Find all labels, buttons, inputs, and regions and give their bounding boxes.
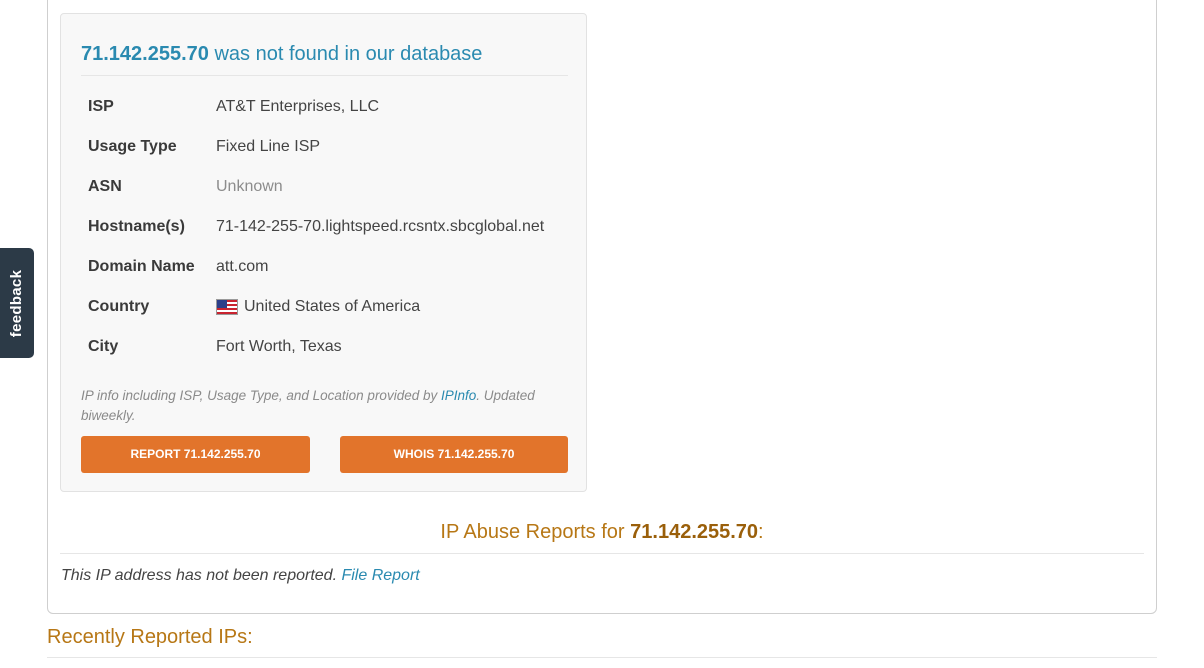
feedback-label: feedback	[8, 269, 26, 337]
info-value-country: United States of America	[216, 296, 420, 318]
info-table: ISP AT&T Enterprises, LLC Usage Type Fix…	[88, 96, 558, 376]
recent-divider	[47, 657, 1157, 658]
ipinfo-link[interactable]: IPInfo	[441, 388, 476, 403]
lookup-ip: 71.142.255.70	[81, 43, 209, 65]
info-label: City	[88, 338, 119, 355]
us-flag-icon	[216, 299, 238, 315]
not-found-text: was not found in our database	[208, 43, 483, 65]
ip-info-card: 71.142.255.70 was not found in our datab…	[60, 13, 587, 492]
info-row-usage-type: Usage Type Fixed Line ISP	[88, 136, 558, 176]
abuse-heading-prefix: IP Abuse Reports for	[440, 521, 631, 543]
info-row-country: Country United States of America	[88, 296, 558, 336]
feedback-tab[interactable]: feedback	[0, 248, 34, 358]
info-label: ASN	[88, 178, 122, 195]
abuse-reports-heading: IP Abuse Reports for 71.142.255.70:	[60, 519, 1144, 545]
info-value: Fixed Line ISP	[216, 138, 321, 155]
abuse-heading-ip: 71.142.255.70	[630, 521, 759, 543]
recently-reported-heading: Recently Reported IPs:	[47, 626, 253, 648]
info-row-domain: Domain Name att.com	[88, 256, 558, 296]
info-value: Fort Worth, Texas	[216, 338, 342, 355]
not-reported-text: This IP address has not been reported.	[61, 567, 342, 584]
country-name: United States of America	[244, 298, 421, 315]
whois-ip-button[interactable]: WHOIS 71.142.255.70	[340, 436, 568, 473]
info-label: ISP	[88, 98, 114, 115]
info-value: Unknown	[216, 178, 283, 195]
info-row-isp: ISP AT&T Enterprises, LLC	[88, 96, 558, 136]
file-report-link[interactable]: File Report	[341, 567, 419, 584]
info-value: 71-142-255-70.lightspeed.rcsntx.sbcgloba…	[216, 218, 545, 235]
info-row-city: City Fort Worth, Texas	[88, 336, 558, 376]
not-reported-note: This IP address has not been reported. F…	[61, 566, 420, 586]
info-value: AT&T Enterprises, LLC	[216, 98, 380, 115]
info-label: Domain Name	[88, 258, 195, 275]
attribution-note: IP info including ISP, Usage Type, and L…	[81, 386, 561, 426]
report-ip-button[interactable]: REPORT 71.142.255.70	[81, 436, 310, 473]
attribution-prefix: IP info including ISP, Usage Type, and L…	[81, 388, 441, 403]
abuse-heading-suffix: :	[758, 521, 764, 543]
info-value: att.com	[216, 258, 269, 275]
card-heading: 71.142.255.70 was not found in our datab…	[81, 42, 568, 76]
info-label: Hostname(s)	[88, 218, 185, 235]
info-label: Usage Type	[88, 138, 177, 155]
abuse-divider	[60, 553, 1144, 554]
info-label: Country	[88, 298, 150, 315]
info-row-hostname: Hostname(s) 71-142-255-70.lightspeed.rcs…	[88, 216, 558, 256]
info-row-asn: ASN Unknown	[88, 176, 558, 216]
